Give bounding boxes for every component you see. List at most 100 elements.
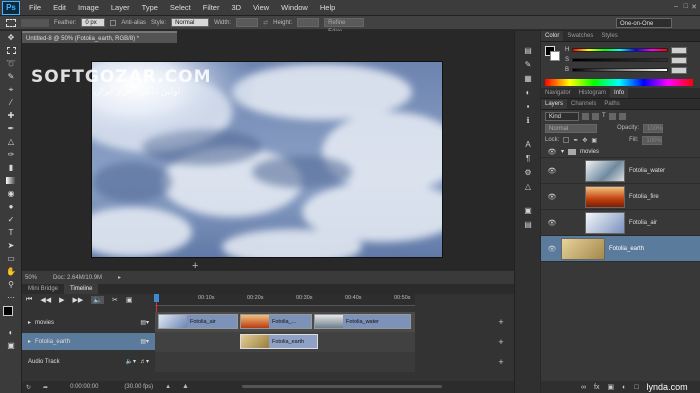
filter-type-icon[interactable]: T bbox=[602, 113, 606, 119]
opacity-input[interactable]: 100% bbox=[643, 123, 664, 133]
menu-select[interactable]: Select bbox=[164, 3, 197, 12]
add-audio-icon[interactable]: + bbox=[496, 357, 506, 367]
convert-frame-icon[interactable]: ↻ bbox=[26, 384, 31, 391]
add-mask-icon[interactable]: ▣ bbox=[607, 383, 614, 391]
brush-preset-icon[interactable]: ✎ bbox=[515, 57, 541, 71]
new-selection-icon[interactable] bbox=[21, 18, 49, 27]
expand-arrow-icon[interactable]: ▸ bbox=[28, 319, 31, 326]
type-tool-icon[interactable]: T bbox=[0, 226, 22, 239]
zoom-out-icon[interactable]: ▲ bbox=[165, 384, 171, 390]
healing-brush-tool-icon[interactable]: ✚ bbox=[0, 109, 22, 122]
close-icon[interactable]: ✕ bbox=[691, 3, 697, 11]
filter-smart-icon[interactable] bbox=[618, 112, 626, 120]
clip-fotolia-water[interactable]: Fotolia_water bbox=[314, 314, 411, 329]
layer-group-movies[interactable]: 👁 ▾ movies bbox=[541, 146, 700, 158]
paragraph-icon[interactable]: ¶ bbox=[515, 151, 541, 165]
add-media-icon[interactable]: + bbox=[496, 317, 506, 327]
screen-mode-icon[interactable]: ▣ bbox=[0, 339, 22, 352]
visibility-eye-icon[interactable]: 👁 bbox=[547, 193, 557, 201]
visibility-eye-icon[interactable]: 👁 bbox=[547, 167, 557, 175]
audio-icon[interactable]: 🔈 bbox=[91, 296, 104, 304]
menu-file[interactable]: File bbox=[23, 3, 47, 12]
filter-adjustment-icon[interactable] bbox=[592, 112, 599, 120]
tool-presets-icon[interactable]: ⚙ bbox=[515, 165, 541, 179]
layer-row-fotolia-air[interactable]: 👁 Fotolia_air bbox=[541, 210, 700, 236]
clip-fotolia-earth[interactable]: Fotolia_earth bbox=[240, 334, 318, 349]
lock-transparent-icon[interactable] bbox=[563, 137, 570, 143]
clone-stamp-tool-icon[interactable]: △ bbox=[0, 135, 22, 148]
layer-row-fotolia-earth[interactable]: 👁 Fotolia_earth bbox=[541, 236, 700, 262]
blend-mode-select[interactable]: Normal bbox=[545, 123, 597, 133]
zoom-mountain-icon[interactable]: ▲ bbox=[182, 383, 189, 390]
eyedropper-tool-icon[interactable]: ⁄ bbox=[0, 96, 22, 109]
saturation-input[interactable] bbox=[671, 56, 688, 64]
brightness-slider[interactable] bbox=[572, 68, 669, 72]
track-menu-icon[interactable]: ▤▾ bbox=[140, 319, 149, 326]
refine-edge-button[interactable]: Refine Edge... bbox=[324, 18, 365, 35]
clip-fotolia-air[interactable]: Fotolia_air bbox=[158, 314, 238, 329]
lock-image-icon[interactable]: ✒ bbox=[573, 137, 578, 144]
tab-navigator[interactable]: Navigator bbox=[541, 88, 575, 98]
layer-row-fotolia-fire[interactable]: 👁 Fotolia_fire bbox=[541, 184, 700, 210]
3d-icon[interactable]: △ bbox=[515, 179, 541, 193]
menu-view[interactable]: View bbox=[247, 3, 275, 12]
swap-icon[interactable]: ⇄ bbox=[263, 19, 268, 26]
lock-all-icon[interactable]: ▣ bbox=[591, 137, 597, 144]
play-icon[interactable]: ▶ bbox=[59, 296, 64, 304]
tab-swatches[interactable]: Swatches bbox=[563, 31, 597, 41]
eraser-tool-icon[interactable]: ▮ bbox=[0, 161, 22, 174]
adjustments-icon[interactable]: ◐ bbox=[515, 85, 541, 99]
clip-fotolia-fire[interactable]: Fotolia_... bbox=[240, 314, 312, 329]
audio-mute-icon[interactable]: 🔈▾ bbox=[126, 358, 136, 365]
menu-type[interactable]: Type bbox=[136, 3, 164, 12]
filter-shape-icon[interactable] bbox=[608, 112, 616, 120]
tab-timeline[interactable]: Timeline bbox=[64, 284, 99, 294]
history-icon[interactable]: ▤ bbox=[515, 43, 541, 57]
hue-input[interactable] bbox=[671, 46, 688, 54]
shape-tool-icon[interactable]: ▭ bbox=[0, 252, 22, 265]
layer-comps-icon[interactable]: ▤ bbox=[515, 217, 541, 231]
brightness-input[interactable] bbox=[671, 66, 688, 74]
fx-icon[interactable]: fx bbox=[594, 384, 599, 391]
render-icon[interactable]: ➦ bbox=[43, 384, 48, 391]
color-swatches[interactable] bbox=[0, 304, 22, 326]
tab-styles[interactable]: Styles bbox=[597, 31, 621, 41]
pen-tool-icon[interactable]: ✓ bbox=[0, 213, 22, 226]
fill-input[interactable]: 100% bbox=[642, 135, 663, 145]
filter-pixel-icon[interactable] bbox=[582, 112, 589, 120]
previous-frame-icon[interactable]: ◀◀ bbox=[40, 296, 51, 304]
link-layers-icon[interactable]: ∞ bbox=[581, 384, 586, 391]
tab-histogram[interactable]: Histogram bbox=[575, 88, 610, 98]
playhead-icon[interactable] bbox=[154, 294, 159, 302]
quick-select-tool-icon[interactable]: ✎ bbox=[0, 70, 22, 83]
menu-3d[interactable]: 3D bbox=[225, 3, 247, 12]
track-menu-icon[interactable]: ♬▾ bbox=[140, 358, 149, 365]
brush-tool-icon[interactable]: ✒ bbox=[0, 122, 22, 135]
menu-layer[interactable]: Layer bbox=[105, 3, 136, 12]
add-media-icon[interactable]: + bbox=[496, 337, 506, 347]
expand-arrow-icon[interactable]: ▸ bbox=[28, 338, 31, 345]
track-header-fotolia-earth[interactable]: ▸ Fotolia_earth ▤▾ bbox=[22, 333, 155, 350]
zoom-tool-icon[interactable]: ⚲ bbox=[0, 278, 22, 291]
menu-filter[interactable]: Filter bbox=[197, 3, 226, 12]
tab-channels[interactable]: Channels bbox=[567, 99, 600, 109]
feather-input[interactable]: 0 px bbox=[81, 18, 106, 27]
move-tool-icon[interactable]: ✥ bbox=[0, 31, 22, 44]
info-icon[interactable]: ℹ bbox=[515, 113, 541, 127]
menu-edit[interactable]: Edit bbox=[47, 3, 72, 12]
saturation-slider[interactable] bbox=[572, 58, 669, 62]
tab-color[interactable]: Color bbox=[541, 31, 564, 41]
next-frame-icon[interactable]: ▶▶ bbox=[72, 296, 83, 304]
new-group-icon[interactable]: □ bbox=[634, 384, 638, 391]
track-header-audio[interactable]: Audio Track 🔈▾ ♬▾ bbox=[22, 353, 155, 370]
hand-tool-icon[interactable]: ✋ bbox=[0, 265, 22, 278]
tab-mini-bridge[interactable]: Mini Bridge bbox=[22, 284, 64, 294]
menu-window[interactable]: Window bbox=[275, 3, 314, 12]
crop-tool-icon[interactable]: ⌖ bbox=[0, 83, 22, 96]
clone-source-icon[interactable]: ▪ bbox=[515, 99, 541, 113]
menu-help[interactable]: Help bbox=[314, 3, 341, 12]
lock-position-icon[interactable]: ✥ bbox=[582, 137, 587, 144]
document-tab[interactable]: Untitled-8 @ 50% (Fotolia_earth, RGB/8) … bbox=[22, 31, 177, 43]
status-arrow-icon[interactable]: ▸ bbox=[118, 274, 121, 281]
visibility-eye-icon[interactable]: 👁 bbox=[547, 245, 557, 253]
